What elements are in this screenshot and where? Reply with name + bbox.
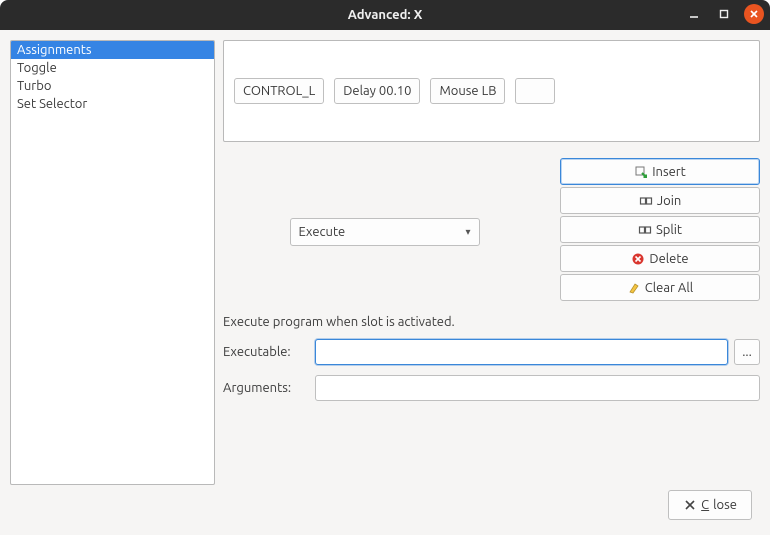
delete-icon [631,252,645,266]
sidebar-item-turbo[interactable]: Turbo [11,77,214,95]
content-area: Assignments Toggle Turbo Set Selector CO… [0,30,770,485]
slot-label: Delay 00.10 [343,84,411,98]
close-icon [747,7,761,21]
slot-mouse-lb[interactable]: Mouse LB [430,78,505,104]
action-type-combobox[interactable]: Execute ▾ [290,218,480,246]
button-label: Insert [652,165,686,179]
titlebar: Advanced: X [0,0,770,30]
insert-icon [634,165,648,179]
clear-all-button[interactable]: Clear All [560,274,760,301]
window-controls [684,4,764,24]
sidebar-item-label: Turbo [17,79,51,93]
button-label: Delete [649,252,688,266]
split-icon [638,223,652,237]
slot-action-buttons: Insert Join Split Delete [560,158,760,301]
arguments-input[interactable] [315,375,760,401]
join-button[interactable]: Join [560,187,760,214]
close-x-icon [683,498,697,512]
slot-label: Mouse LB [439,84,496,98]
button-label: Clear All [645,281,693,295]
button-label: ... [742,345,752,359]
button-label: Split [656,223,682,237]
clear-all-icon [627,281,641,295]
chevron-down-icon: ▾ [465,226,470,238]
maximize-button[interactable] [714,4,734,24]
mid-row: Execute ▾ Insert Join Split [223,158,760,301]
sidebar-item-toggle[interactable]: Toggle [11,59,214,77]
slot-empty[interactable] [515,78,555,104]
split-button[interactable]: Split [560,216,760,243]
main-panel: CONTROL_L Delay 00.10 Mouse LB Execute ▾… [223,40,760,485]
close-window-button[interactable] [744,4,764,24]
sidebar-item-label: Toggle [17,61,57,75]
sidebar-item-label: Assignments [17,43,92,57]
join-icon [639,194,653,208]
arguments-row: Arguments: [223,375,760,401]
button-label: Join [657,194,682,208]
insert-button[interactable]: Insert [560,158,760,185]
browse-executable-button[interactable]: ... [734,339,760,365]
close-underline: C [701,498,709,512]
action-description: Execute program when slot is activated. [223,315,760,329]
window-title: Advanced: X [0,8,770,22]
delete-button[interactable]: Delete [560,245,760,272]
minimize-icon [687,7,701,21]
maximize-icon [717,7,731,21]
slot-label: CONTROL_L [243,84,315,98]
slot-bar: CONTROL_L Delay 00.10 Mouse LB [223,40,760,142]
arguments-label: Arguments: [223,381,309,395]
executable-input[interactable] [315,339,728,365]
close-button[interactable]: Close [668,490,752,520]
footer: Close [0,485,770,535]
action-type-area: Execute ▾ [223,158,546,301]
sidebar-item-assignments[interactable]: Assignments [11,41,214,59]
slot-delay[interactable]: Delay 00.10 [334,78,420,104]
slot-control-l[interactable]: CONTROL_L [234,78,324,104]
minimize-button[interactable] [684,4,704,24]
executable-label: Executable: [223,345,309,359]
executable-row: Executable: ... [223,339,760,365]
sidebar: Assignments Toggle Turbo Set Selector [10,40,215,485]
window: Advanced: X Assignments Toggle Turbo [0,0,770,535]
sidebar-item-set-selector[interactable]: Set Selector [11,95,214,113]
button-label-rest: lose [713,498,737,512]
sidebar-item-label: Set Selector [17,97,87,111]
combobox-value: Execute [299,225,346,239]
